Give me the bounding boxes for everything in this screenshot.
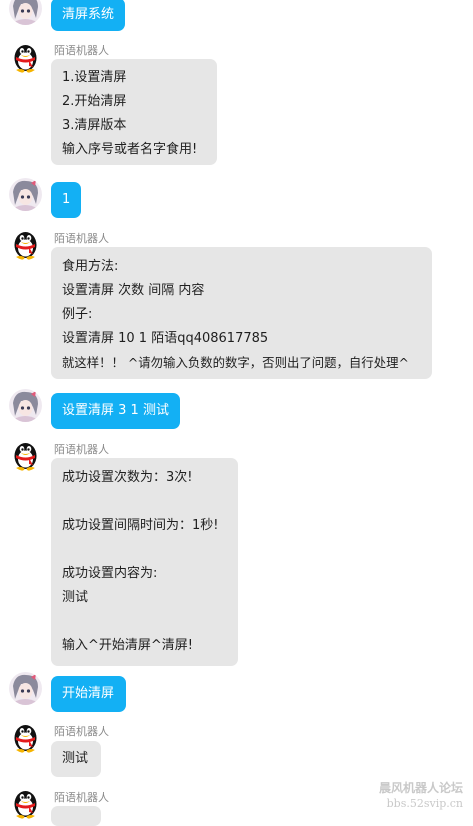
bot-name: 陌语机器人 <box>54 725 109 738</box>
message-text: 测试 <box>62 751 89 766</box>
user-message-bubble: 设置清屏 3 1 测试 <box>51 393 180 429</box>
bot-message-bubble: 成功设置次数为：3次! 成功设置间隔时间为：1秒! 成功设置内容为: 测试 输入… <box>51 458 238 666</box>
message-line: 成功设置内容为: <box>62 566 158 581</box>
bot-name: 陌语机器人 <box>54 44 109 57</box>
user-message-bubble: 开始清屏 <box>51 676 126 712</box>
bot-avatar <box>9 227 42 260</box>
bot-avatar <box>9 786 42 819</box>
message-line: 3.清屏版本 <box>62 118 127 133</box>
bot-name: 陌语机器人 <box>54 443 109 456</box>
message-line-blank <box>62 490 227 514</box>
message-line: 成功设置次数为：3次! <box>62 470 193 485</box>
message-line: 2.开始清屏 <box>62 94 127 109</box>
user-avatar <box>9 0 42 25</box>
bot-message-bubble: 测试 <box>51 741 101 777</box>
bot-avatar <box>9 438 42 471</box>
message-line: 1.设置清屏 <box>62 70 127 85</box>
user-message-bubble: 1 <box>51 182 82 218</box>
message-line: 设置清屏 次数 间隔 内容 <box>62 283 205 298</box>
bot-name: 陌语机器人 <box>54 232 109 245</box>
message-line: 例子: <box>62 307 93 322</box>
message-line-blank <box>62 538 227 562</box>
watermark-url: bbs.52svip.cn <box>386 797 463 810</box>
user-avatar <box>9 178 42 211</box>
watermark: 晨风机器人论坛 bbs.52svip.cn <box>379 780 463 812</box>
message-line: 食用方法: <box>62 259 119 274</box>
bot-avatar <box>9 40 42 73</box>
message-text: 设置清屏 3 1 测试 <box>62 403 169 418</box>
bot-message-bubble: 食用方法: 设置清屏 次数 间隔 内容 例子: 设置清屏 10 1 陌语qq40… <box>51 247 432 379</box>
message-text: 1 <box>62 192 71 207</box>
message-line: 测试 <box>62 590 89 605</box>
user-avatar <box>9 389 42 422</box>
message-line: 输入序号或者名字食用! <box>62 142 198 157</box>
message-line: 设置清屏 10 1 陌语qq408617785 <box>62 331 269 346</box>
user-avatar <box>9 672 42 705</box>
message-line: 输入^开始清屏^清屏! <box>62 638 193 653</box>
message-line-blank <box>62 610 227 634</box>
watermark-title: 晨风机器人论坛 <box>378 781 463 795</box>
user-message-bubble: 清屏系统 <box>51 0 126 31</box>
message-text: 开始清屏 <box>62 686 115 701</box>
message-line: 成功设置间隔时间为：1秒! <box>62 518 219 533</box>
message-line: 就这样！！ ^请勿输入负数的数字，否则出了问题，自行处理^ <box>62 355 409 370</box>
message-text: 清屏系统 <box>62 7 115 22</box>
bot-message-bubble <box>51 806 101 826</box>
bot-message-bubble: 1.设置清屏 2.开始清屏 3.清屏版本 输入序号或者名字食用! <box>51 59 217 165</box>
bot-name: 陌语机器人 <box>54 791 109 804</box>
bot-avatar <box>9 720 42 753</box>
